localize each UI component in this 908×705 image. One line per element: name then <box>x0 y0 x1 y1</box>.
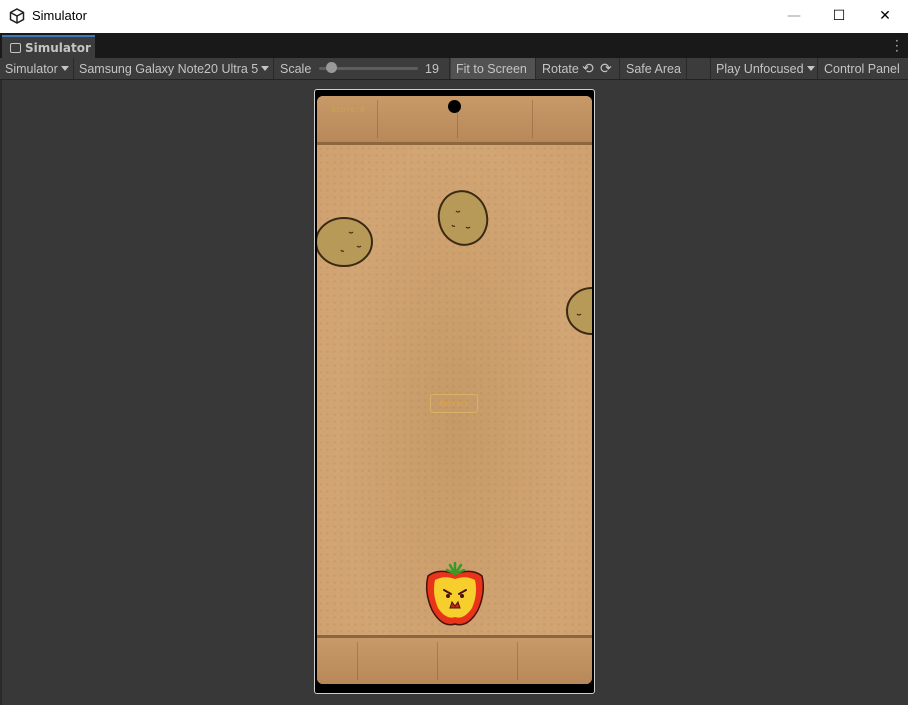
potato-sprite <box>437 190 489 246</box>
mode-dropdown-label: Simulator <box>5 61 58 76</box>
rotate-label: Rotate <box>542 61 579 76</box>
bottom-wood-plank <box>317 635 592 684</box>
unity-icon <box>9 8 25 24</box>
close-button[interactable]: ✕ <box>862 0 908 32</box>
maximize-button[interactable]: ☐ <box>816 0 862 32</box>
rotate-left-icon[interactable]: ⟲ <box>580 58 596 79</box>
restart-button[interactable]: Restart <box>430 394 478 413</box>
device-dropdown[interactable]: Samsung Galaxy Note20 Ultra 5 <box>74 58 274 79</box>
camera-cutout <box>448 100 461 113</box>
scale-value: 19 <box>420 58 450 79</box>
chevron-down-icon <box>60 66 69 71</box>
rotate-right-icon[interactable]: ⟳ <box>598 58 620 79</box>
mode-dropdown[interactable]: Simulator <box>0 58 74 79</box>
play-mode-label: Play Unfocused <box>716 61 804 76</box>
tab-bar: Simulator · · · <box>0 33 908 58</box>
chevron-down-icon <box>806 66 815 71</box>
potato-sprite <box>566 287 592 335</box>
more-options-icon[interactable]: · · · <box>895 35 899 57</box>
control-panel-button[interactable]: Control Panel <box>819 58 905 79</box>
chevron-down-icon <box>261 66 270 71</box>
safe-area-toggle[interactable]: Safe Area <box>621 58 687 79</box>
scale-label: Scale <box>280 61 312 76</box>
editor-edge <box>0 80 2 705</box>
window-titlebar: Simulator — ☐ ✕ <box>0 0 908 34</box>
pepper-player-sprite <box>425 562 485 626</box>
toolbar-spacer <box>687 58 711 79</box>
tab-simulator-label: Simulator <box>25 40 91 55</box>
device-dropdown-label: Samsung Galaxy Note20 Ultra 5 <box>79 61 259 76</box>
potato-sprite <box>317 217 373 267</box>
tab-simulator[interactable]: Simulator <box>2 35 95 58</box>
play-mode-dropdown[interactable]: Play Unfocused <box>711 58 818 79</box>
window-title: Simulator <box>32 8 87 23</box>
simulator-icon <box>10 42 21 53</box>
fit-to-screen-button[interactable]: Fit to Screen <box>451 58 536 79</box>
simulator-toolbar: Simulator Samsung Galaxy Note20 Ultra 5 … <box>0 58 908 80</box>
minimize-button[interactable]: — <box>771 0 817 32</box>
score-label: Score:0 <box>331 105 365 114</box>
scale-slider-handle[interactable] <box>326 62 337 73</box>
